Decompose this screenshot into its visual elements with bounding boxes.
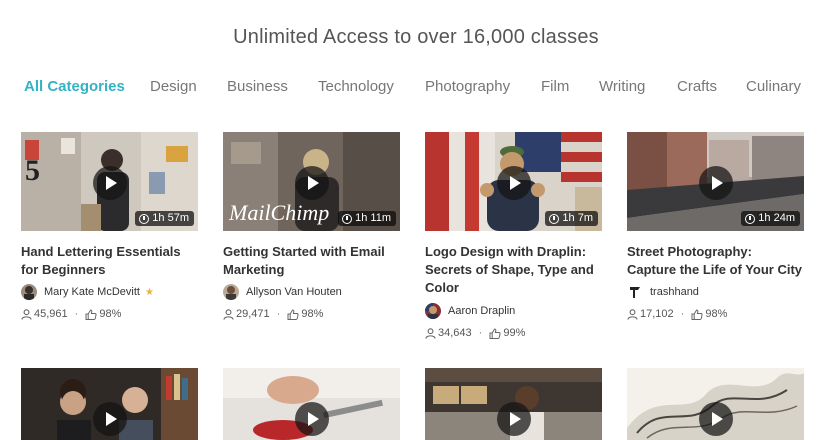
student-count: 45,961 — [34, 308, 68, 320]
teacher-row[interactable]: trashhand — [627, 283, 804, 301]
rating-percent: 99% — [503, 327, 526, 339]
teacher-row[interactable]: Aaron Draplin — [425, 302, 602, 320]
tab-all-categories[interactable]: All Categories — [24, 78, 125, 95]
tab-writing[interactable]: Writing — [599, 78, 645, 95]
thumbs-up-icon — [85, 308, 97, 320]
teacher-name[interactable]: Mary Kate McDevitt — [44, 286, 140, 298]
play-button[interactable] — [93, 166, 127, 200]
class-card[interactable]: 1h 24m Street Photography: Capture the L… — [627, 132, 804, 332]
class-title[interactable]: Logo Design with Draplin: Secrets of Sha… — [425, 243, 602, 297]
class-stats: 34,643 · 99% — [425, 325, 602, 341]
class-thumbnail[interactable]: MailChimp 1h 11m — [223, 132, 400, 231]
teacher-name[interactable]: Aaron Draplin — [448, 305, 515, 317]
separator-dot: · — [478, 327, 483, 339]
class-card[interactable] — [223, 368, 400, 440]
student-count: 29,471 — [236, 308, 270, 320]
class-thumbnail[interactable] — [425, 368, 602, 440]
play-button[interactable] — [93, 402, 127, 436]
teacher-name[interactable]: trashhand — [650, 286, 699, 298]
class-card[interactable] — [425, 368, 602, 440]
student-count: 17,102 — [640, 308, 674, 320]
class-thumbnail[interactable] — [627, 368, 804, 440]
star-icon: ★ — [144, 286, 154, 298]
category-tabs: All Categories Design Business Technolog… — [0, 78, 832, 98]
class-stats: 29,471 · 98% — [223, 306, 400, 322]
user-icon — [627, 308, 638, 320]
rating-percent: 98% — [301, 308, 324, 320]
tab-culinary[interactable]: Culinary — [746, 78, 801, 95]
duration-badge: 1h 7m — [545, 211, 598, 226]
thumbs-up-icon — [489, 327, 501, 339]
rating-percent: 98% — [705, 308, 728, 320]
class-thumbnail[interactable]: 5 1h 57m — [21, 132, 198, 231]
teacher-name[interactable]: Allyson Van Houten — [246, 286, 342, 298]
class-stats: 45,961 · 98% — [21, 306, 198, 322]
avatar — [627, 284, 643, 300]
page-title: Unlimited Access to over 16,000 classes — [233, 26, 599, 48]
clock-icon — [745, 213, 756, 224]
class-title[interactable]: Getting Started with Email Marketing — [223, 243, 400, 279]
play-button[interactable] — [699, 166, 733, 200]
duration-badge: 1h 57m — [135, 211, 194, 226]
class-card[interactable] — [627, 368, 804, 440]
class-card[interactable]: MailChimp 1h 11m Getting Started with Em… — [223, 132, 400, 332]
separator-dot: · — [276, 308, 281, 320]
user-icon — [21, 308, 32, 320]
play-button[interactable] — [699, 402, 733, 436]
tab-design[interactable]: Design — [150, 78, 197, 95]
duration-badge: 1h 11m — [338, 211, 396, 226]
class-thumbnail[interactable]: 1h 7m — [425, 132, 602, 231]
separator-dot: · — [680, 308, 685, 320]
play-button[interactable] — [295, 166, 329, 200]
tab-photography[interactable]: Photography — [425, 78, 510, 95]
clock-icon — [342, 213, 353, 224]
user-icon — [425, 327, 436, 339]
avatar — [425, 303, 441, 319]
class-card[interactable] — [21, 368, 198, 440]
class-thumbnail[interactable] — [21, 368, 198, 440]
teacher-row[interactable]: Mary Kate McDevitt ★ — [21, 283, 198, 301]
student-count: 34,643 — [438, 327, 472, 339]
play-button[interactable] — [497, 166, 531, 200]
play-button[interactable] — [497, 402, 531, 436]
avatar — [21, 284, 37, 300]
thumbs-up-icon — [287, 308, 299, 320]
class-thumbnail[interactable] — [223, 368, 400, 440]
teacher-row[interactable]: Allyson Van Houten — [223, 283, 400, 301]
duration-badge: 1h 24m — [741, 211, 800, 226]
avatar — [223, 284, 239, 300]
tab-technology[interactable]: Technology — [318, 78, 394, 95]
class-stats: 17,102 · 98% — [627, 306, 804, 322]
class-title[interactable]: Hand Lettering Essentials for Beginners — [21, 243, 198, 279]
class-title[interactable]: Street Photography: Capture the Life of … — [627, 243, 804, 279]
clock-icon — [139, 213, 150, 224]
rating-percent: 98% — [99, 308, 122, 320]
tab-film[interactable]: Film — [541, 78, 569, 95]
tab-crafts[interactable]: Crafts — [677, 78, 717, 95]
class-thumbnail[interactable]: 1h 24m — [627, 132, 804, 231]
user-icon — [223, 308, 234, 320]
play-button[interactable] — [295, 402, 329, 436]
separator-dot: · — [74, 308, 79, 320]
svg-text:MailChimp: MailChimp — [228, 200, 329, 225]
class-card[interactable]: 1h 7m Logo Design with Draplin: Secrets … — [425, 132, 602, 346]
class-card[interactable]: 5 1h 57m Hand Lettering Essentials for B… — [21, 132, 198, 332]
tab-business[interactable]: Business — [227, 78, 288, 95]
thumbs-up-icon — [691, 308, 703, 320]
clock-icon — [549, 213, 560, 224]
